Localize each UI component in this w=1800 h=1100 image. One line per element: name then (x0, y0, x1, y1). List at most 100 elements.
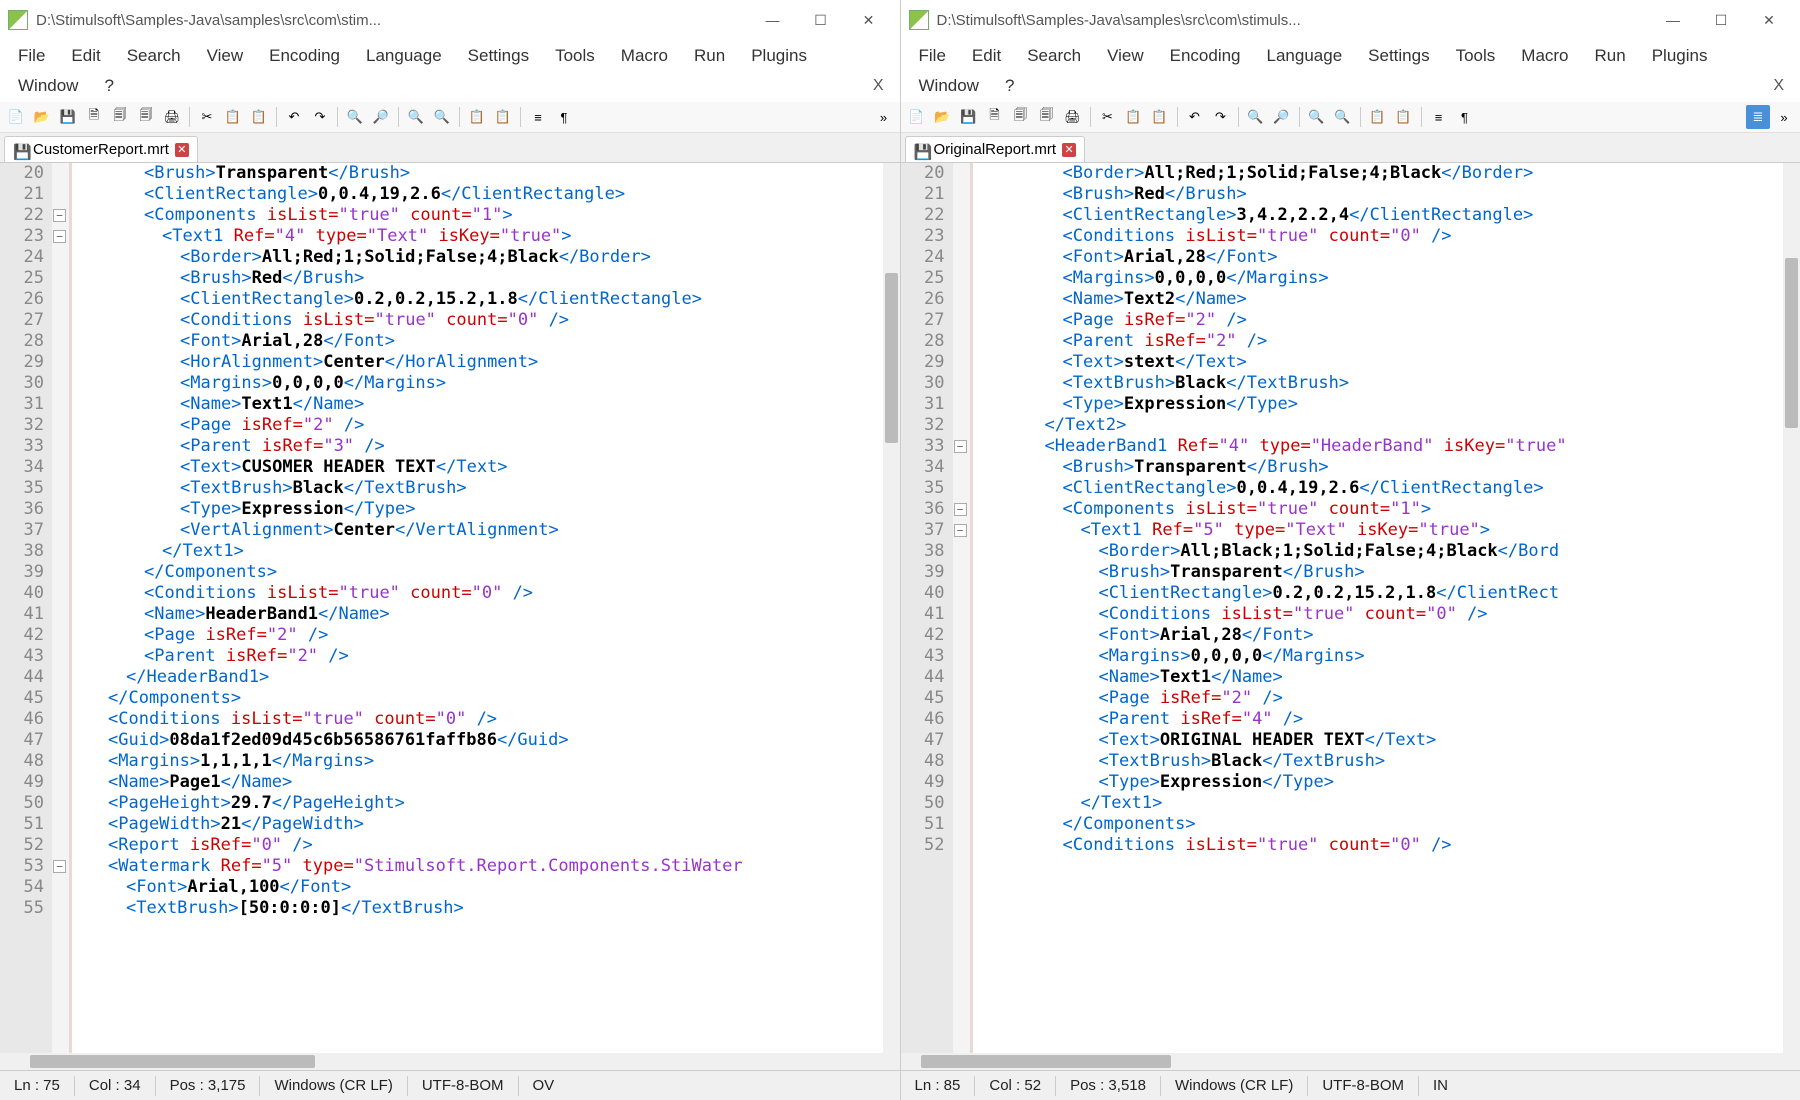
maximize-button[interactable]: ☐ (798, 4, 844, 36)
code-line[interactable]: <Brush>Transparent</Brush> (973, 562, 1800, 583)
code-line[interactable]: <Conditions isList="true" count="0" /> (973, 604, 1800, 625)
code-line[interactable]: <HorAlignment>Center</HorAlignment> (72, 352, 900, 373)
toolbar-overflow-icon[interactable]: » (872, 105, 896, 129)
menu-macro[interactable]: Macro (1509, 42, 1580, 70)
menu-settings[interactable]: Settings (456, 42, 541, 70)
code-line[interactable]: <VertAlignment>Center</VertAlignment> (72, 520, 900, 541)
code-line[interactable]: <ClientRectangle>0,0.4,19,2.6</ClientRec… (72, 184, 900, 205)
code-line[interactable]: <Report isRef="0" /> (72, 835, 900, 856)
toolbar-button-0[interactable]: 📄 (4, 105, 28, 129)
code-line[interactable]: <Border>All;Red;1;Solid;False;4;Black</B… (72, 247, 900, 268)
menubar-close-icon[interactable]: X (1763, 73, 1794, 99)
code-line[interactable]: <Page isRef="2" /> (973, 310, 1800, 331)
scrollbar-thumb[interactable] (1785, 258, 1798, 428)
menu-language[interactable]: Language (1255, 42, 1355, 70)
toolbar-button-25[interactable]: ¶ (552, 105, 576, 129)
toolbar-button-18[interactable]: 🔍 (404, 105, 428, 129)
toolbar-button-21[interactable]: 📋 (1366, 105, 1390, 129)
code-line[interactable]: <Text1 Ref="5" type="Text" isKey="true"> (973, 520, 1800, 541)
menu-file[interactable]: File (907, 42, 958, 70)
menu-settings[interactable]: Settings (1356, 42, 1441, 70)
code-line[interactable]: <Name>Page1</Name> (72, 772, 900, 793)
tab-close-icon[interactable]: ✕ (1062, 143, 1076, 157)
toolbar-button-13[interactable]: ↷ (1209, 105, 1233, 129)
menu-search[interactable]: Search (1015, 42, 1093, 70)
close-button[interactable]: ✕ (1746, 4, 1792, 36)
code-line[interactable]: <TextBrush>Black</TextBrush> (72, 478, 900, 499)
code-line[interactable]: </Text2> (973, 415, 1800, 436)
vertical-scrollbar[interactable] (1783, 163, 1800, 1053)
fold-toggle-icon[interactable]: − (954, 524, 967, 537)
code-line[interactable]: <Conditions isList="true" count="0" /> (973, 835, 1800, 856)
toolbar-button-6[interactable]: 🖨 (1061, 105, 1085, 129)
toolbar-button-22[interactable]: 📋 (1392, 105, 1416, 129)
code-line[interactable]: <Text1 Ref="4" type="Text" isKey="true"> (72, 226, 900, 247)
code-editor[interactable]: 2021222324252627282930313233343536373839… (901, 163, 1800, 1053)
toolbar-button-8[interactable]: ✂ (195, 105, 219, 129)
code-line[interactable]: </Components> (973, 814, 1800, 835)
toolbar-button-3[interactable]: 🗎 (983, 105, 1007, 129)
toolbar-button-21[interactable]: 📋 (465, 105, 489, 129)
code-area[interactable]: <Border>All;Red;1;Solid;False;4;Black</B… (973, 163, 1800, 1053)
code-line[interactable]: <Name>Text2</Name> (973, 289, 1800, 310)
fold-toggle-icon[interactable]: − (954, 503, 967, 516)
file-tab[interactable]: 💾OriginalReport.mrt✕ (905, 136, 1086, 162)
menu-encoding[interactable]: Encoding (1158, 42, 1253, 70)
fold-toggle-icon[interactable]: − (53, 209, 66, 222)
toolbar-button-4[interactable]: 🗐 (1009, 105, 1033, 129)
toolbar-button-0[interactable]: 📄 (905, 105, 929, 129)
toolbar-button-10[interactable]: 📋 (1148, 105, 1172, 129)
toolbar-button-19[interactable]: 🔍 (430, 105, 454, 129)
scrollbar-thumb[interactable] (30, 1055, 315, 1068)
code-line[interactable]: <Parent isRef="2" /> (973, 331, 1800, 352)
code-line[interactable]: <Name>Text1</Name> (973, 667, 1800, 688)
code-line[interactable]: <Parent isRef="2" /> (72, 646, 900, 667)
code-line[interactable]: </Text1> (72, 541, 900, 562)
code-line[interactable]: <Text>ORIGINAL HEADER TEXT</Text> (973, 730, 1800, 751)
toolbar-button-2[interactable]: 💾 (56, 105, 80, 129)
code-line[interactable]: <Page isRef="2" /> (72, 625, 900, 646)
fold-column[interactable]: −−− (953, 163, 971, 1053)
toolbar-button-1[interactable]: 📂 (30, 105, 54, 129)
code-line[interactable]: <Parent isRef="4" /> (973, 709, 1800, 730)
code-editor[interactable]: 2021222324252627282930313233343536373839… (0, 163, 900, 1053)
menu-view[interactable]: View (1095, 42, 1156, 70)
code-line[interactable]: <Components isList="true" count="1"> (72, 205, 900, 226)
code-line[interactable]: <Guid>08da1f2ed09d45c6b56586761faffb86</… (72, 730, 900, 751)
toolbar-button-12[interactable]: ↶ (1183, 105, 1207, 129)
code-line[interactable]: <Page isRef="2" /> (973, 688, 1800, 709)
code-line[interactable]: <TextBrush>Black</TextBrush> (973, 373, 1800, 394)
code-line[interactable]: <Name>Text1</Name> (72, 394, 900, 415)
toolbar-button-22[interactable]: 📋 (491, 105, 515, 129)
toolbar-button-1[interactable]: 📂 (931, 105, 955, 129)
code-line[interactable]: <Font>Arial,28</Font> (973, 625, 1800, 646)
code-line[interactable]: <Conditions isList="true" count="0" /> (973, 226, 1800, 247)
code-line[interactable]: <Brush>Transparent</Brush> (72, 163, 900, 184)
code-line[interactable]: <ClientRectangle>0,0.4,19,2.6</ClientRec… (973, 478, 1800, 499)
code-line[interactable]: <Margins>1,1,1,1</Margins> (72, 751, 900, 772)
code-line[interactable]: <ClientRectangle>0.2,0.2,15.2,1.8</Clien… (72, 289, 900, 310)
toolbar-button-6[interactable]: 🖨 (160, 105, 184, 129)
toolbar-button-16[interactable]: 🔎 (1270, 105, 1294, 129)
menu-encoding[interactable]: Encoding (257, 42, 352, 70)
vertical-scrollbar[interactable] (883, 163, 900, 1053)
code-line[interactable]: <Margins>0,0,0,0</Margins> (973, 646, 1800, 667)
code-line[interactable]: <PageWidth>21</PageWidth> (72, 814, 900, 835)
code-line[interactable]: <ClientRectangle>3,4.2,2.2,4</ClientRect… (973, 205, 1800, 226)
toolbar-button-9[interactable]: 📋 (221, 105, 245, 129)
code-line[interactable]: <Watermark Ref="5" type="Stimulsoft.Repo… (72, 856, 900, 877)
code-line[interactable]: <Font>Arial,28</Font> (72, 331, 900, 352)
code-line[interactable]: <Type>Expression</Type> (973, 772, 1800, 793)
scrollbar-thumb[interactable] (921, 1055, 1171, 1068)
code-line[interactable]: </Text1> (973, 793, 1800, 814)
code-line[interactable]: <Brush>Red</Brush> (973, 184, 1800, 205)
file-tab[interactable]: 💾CustomerReport.mrt✕ (4, 136, 198, 162)
toolbar-button-4[interactable]: 🗐 (108, 105, 132, 129)
menubar-close-icon[interactable]: X (863, 73, 894, 99)
code-line[interactable]: <Type>Expression</Type> (72, 499, 900, 520)
toolbar-button-12[interactable]: ↶ (282, 105, 306, 129)
code-line[interactable]: <Margins>0,0,0,0</Margins> (72, 373, 900, 394)
maximize-button[interactable]: ☐ (1698, 4, 1744, 36)
toolbar-button-5[interactable]: 🗐 (1035, 105, 1059, 129)
menu-help[interactable]: ? (92, 72, 125, 100)
